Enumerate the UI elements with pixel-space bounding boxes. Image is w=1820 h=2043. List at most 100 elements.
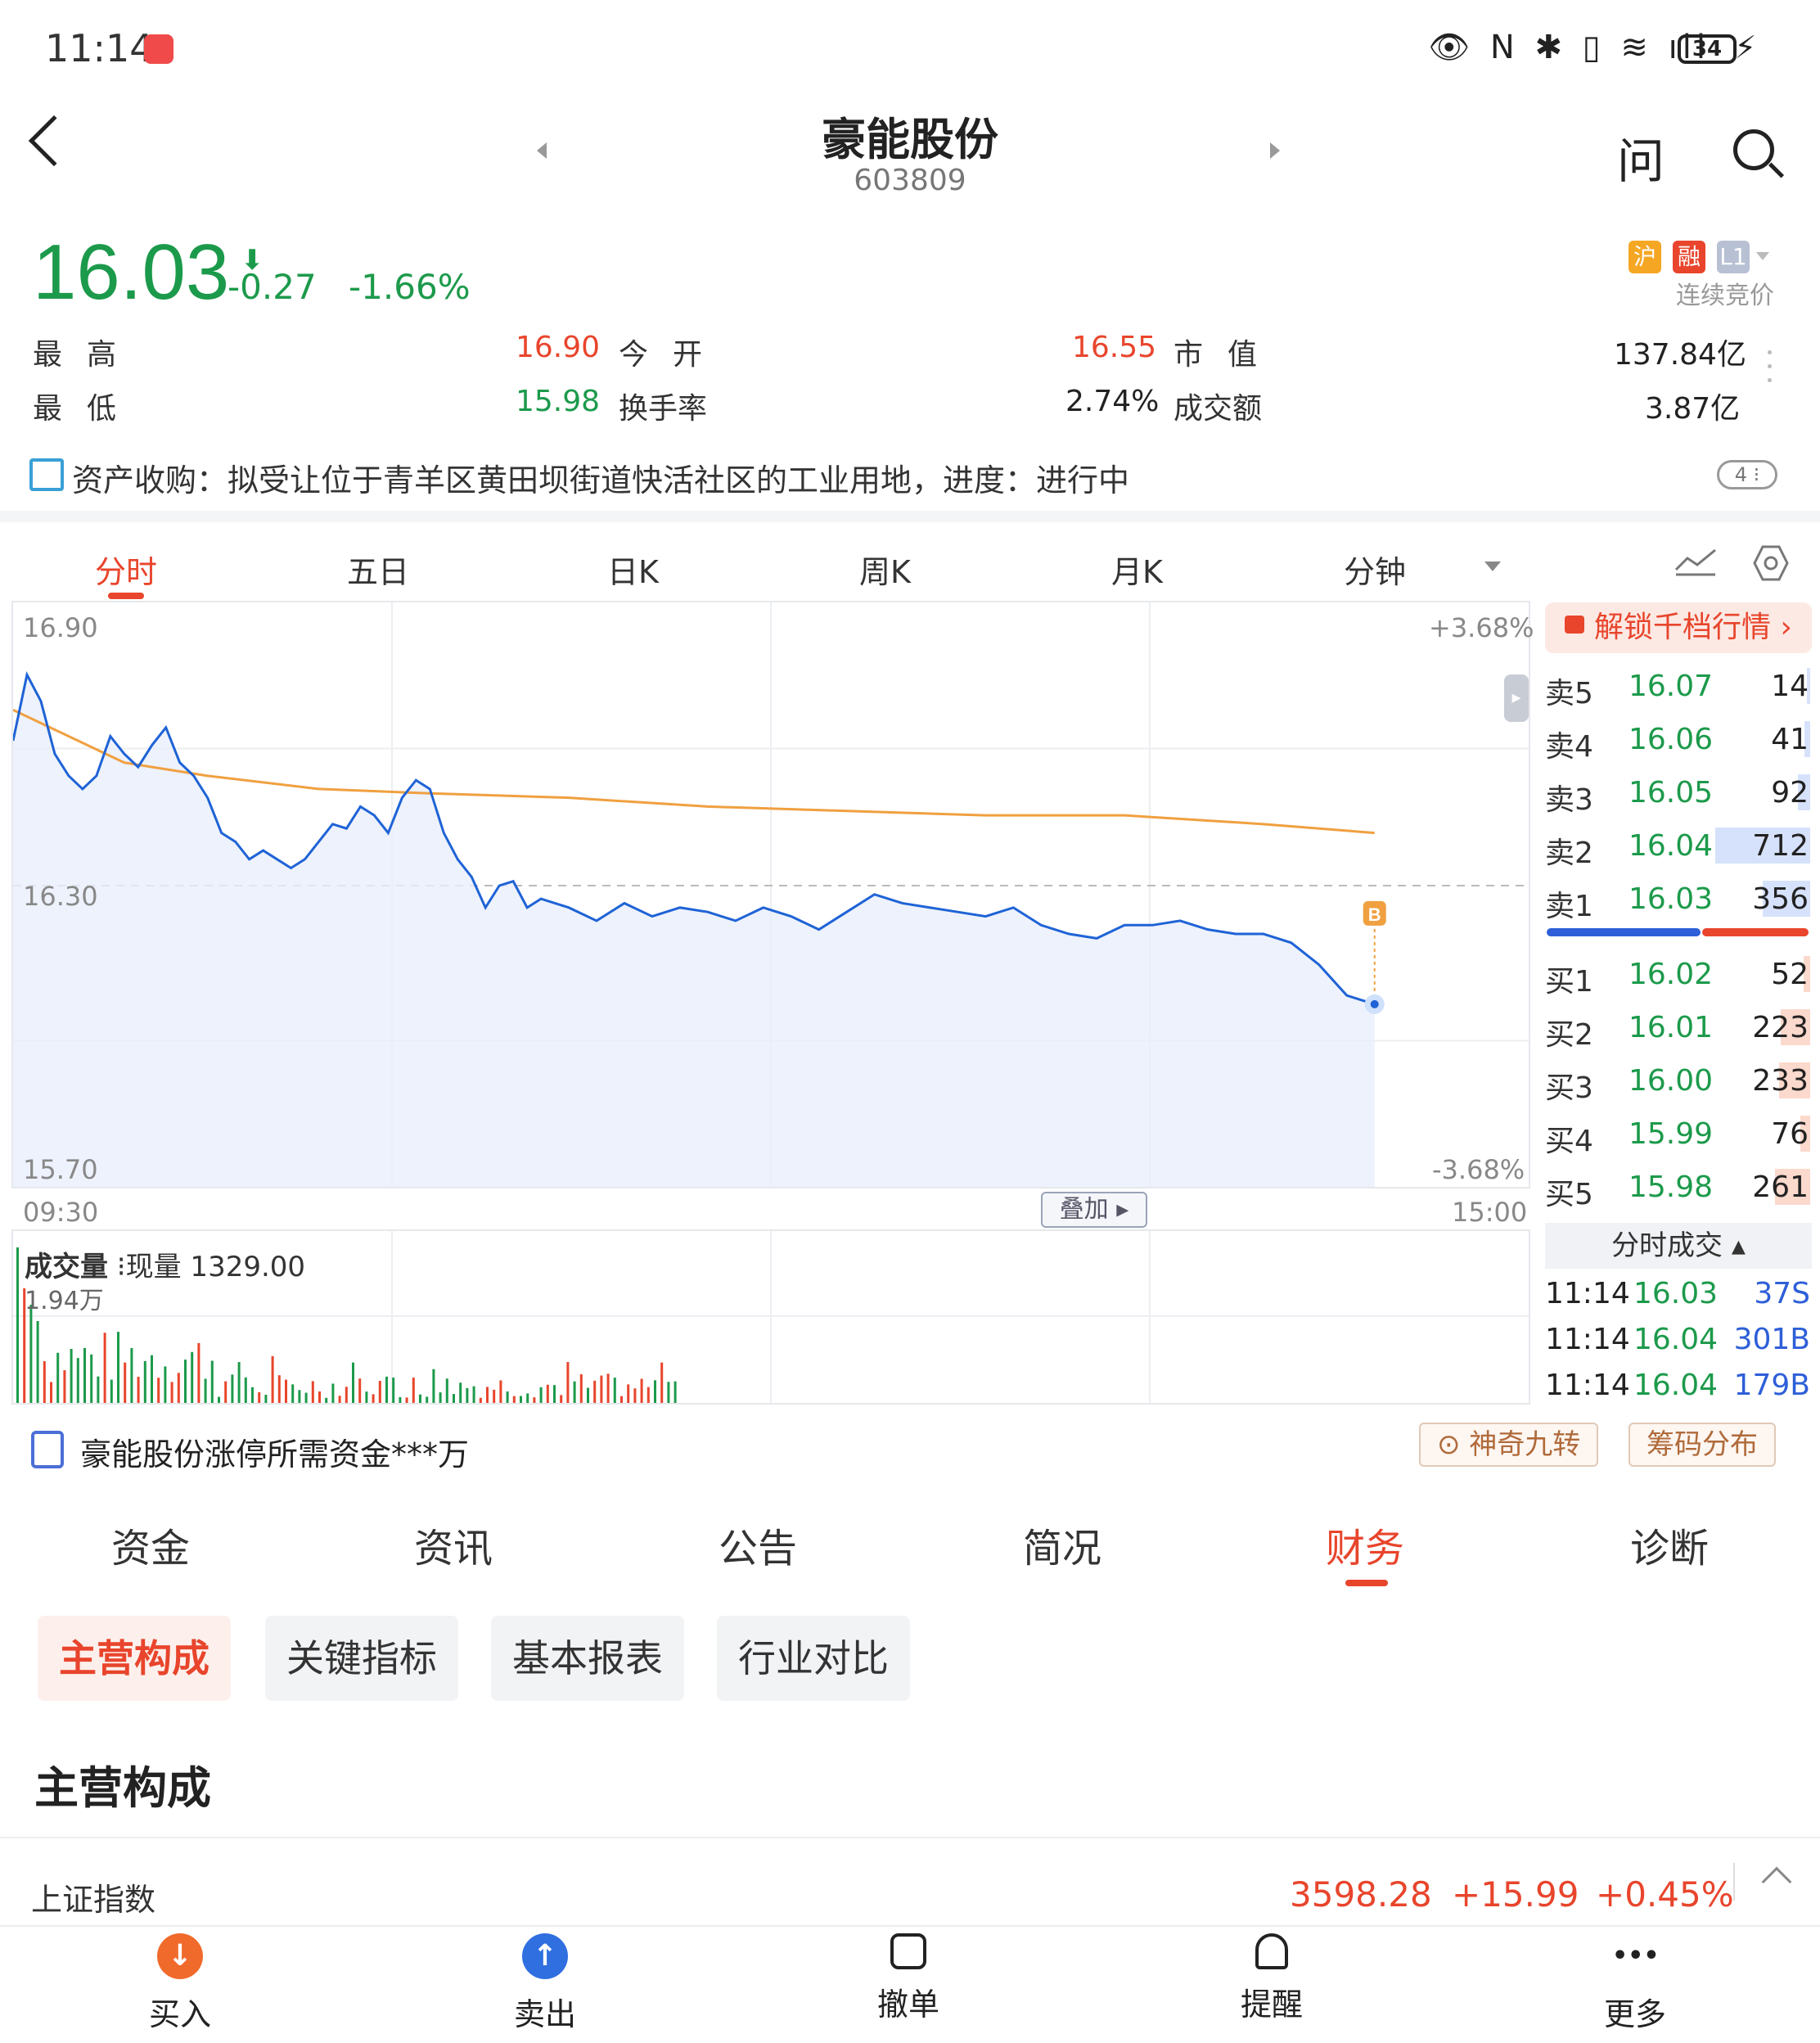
tab-monthly-k[interactable]: 月K xyxy=(1111,547,1163,592)
minute-dropdown-icon[interactable] xyxy=(1484,561,1501,571)
tab-daily-k[interactable]: 日K xyxy=(607,547,659,592)
level-dropdown-icon[interactable] xyxy=(1756,252,1769,260)
buy-icon: ↓ xyxy=(157,1933,203,1979)
notice-text[interactable]: 资产收购：拟受让位于青羊区黄田坝街道快活社区的工业用地，进度：进行中 xyxy=(72,455,1129,500)
volume-bar xyxy=(291,1384,295,1403)
tab-funds[interactable]: 资金 xyxy=(111,1516,190,1573)
tab-5day[interactable]: 五日 xyxy=(347,547,409,592)
volume-bar xyxy=(70,1348,73,1403)
stat-label-mktcap: 市值 xyxy=(1174,338,1282,372)
tick-volume: 301B xyxy=(1733,1323,1810,1356)
tab-overview[interactable]: 简况 xyxy=(1023,1516,1101,1573)
volume-bar xyxy=(177,1373,180,1403)
intraday-chart[interactable]: B xyxy=(11,601,1530,1188)
bid-label: 买1 xyxy=(1545,965,1593,999)
volume-bar xyxy=(646,1387,650,1403)
last-point xyxy=(1370,999,1379,1008)
stock-code: 603809 xyxy=(854,164,966,197)
volume-bar xyxy=(83,1347,86,1403)
magic-nine-button[interactable]: ⊙ 神奇九转 xyxy=(1419,1423,1599,1467)
more-button[interactable]: ••• 更多 xyxy=(1553,1933,1717,2034)
ticks-header[interactable]: 分时成交 ▴ xyxy=(1545,1223,1812,1269)
volume-bar xyxy=(244,1377,247,1403)
status-icons: 👁 N ✱ ▯ ≋ ıll xyxy=(1428,29,1710,66)
tab-weekly-k[interactable]: 周K xyxy=(859,547,911,592)
ask-row[interactable]: 卖5 16.07 14 xyxy=(1545,661,1812,714)
ask-label: 卖2 xyxy=(1545,837,1593,870)
tag-level[interactable]: L1 xyxy=(1717,241,1750,273)
volume-bar xyxy=(533,1397,536,1403)
time-end: 15:00 xyxy=(1452,1197,1528,1228)
volume-bar xyxy=(587,1387,589,1403)
ask-icon[interactable]: 问 xyxy=(1617,123,1665,192)
volume-bar xyxy=(331,1383,335,1403)
volume-bar xyxy=(526,1393,529,1403)
volume-bar xyxy=(304,1392,308,1403)
ask-row[interactable]: 卖1 16.03 356 xyxy=(1545,874,1812,927)
tab-intraday[interactable]: 分时 xyxy=(95,547,157,592)
volume-bar xyxy=(210,1360,214,1403)
more-vertical-icon[interactable] xyxy=(1768,350,1773,390)
bid-row[interactable]: 买5 15.98 261 xyxy=(1545,1162,1812,1215)
tab-finance[interactable]: 财务 xyxy=(1326,1516,1404,1573)
tab-diagnosis[interactable]: 诊断 xyxy=(1630,1516,1709,1573)
tab-announcements[interactable]: 公告 xyxy=(719,1516,797,1573)
sell-button[interactable]: ↑ 卖出 xyxy=(463,1933,627,2034)
volume-bar xyxy=(660,1362,664,1403)
ask-row[interactable]: 卖4 16.06 41 xyxy=(1545,715,1812,767)
average-price-line xyxy=(13,708,1375,835)
tick-time: 11:14 xyxy=(1545,1277,1630,1310)
bid-row[interactable]: 买3 16.00 233 xyxy=(1545,1056,1812,1108)
auction-status: 连续竞价 xyxy=(1676,282,1774,310)
tab-news[interactable]: 资讯 xyxy=(414,1516,493,1573)
bid-label: 买4 xyxy=(1545,1125,1593,1158)
chip-distribution-button[interactable]: 筹码分布 xyxy=(1629,1423,1776,1467)
stat-label-turnover: 换手率 xyxy=(619,392,708,426)
volume-max: 1.94万 xyxy=(25,1287,104,1315)
cancel-order-button[interactable]: 撤单 xyxy=(827,1933,990,2024)
tab-minute[interactable]: 分钟 xyxy=(1344,547,1406,592)
ask-price: 16.06 xyxy=(1629,723,1714,756)
unlock-depth-button[interactable]: 解锁千档行情 › xyxy=(1545,602,1812,653)
subtab-key-metrics[interactable]: 关键指标 xyxy=(265,1616,458,1701)
section-title: 主营构成 xyxy=(34,1762,211,1814)
bid-row[interactable]: 买4 15.99 76 xyxy=(1545,1109,1812,1161)
subtab-industry-compare[interactable]: 行业对比 xyxy=(717,1616,910,1701)
volume-bar xyxy=(600,1375,603,1403)
ask-label: 卖4 xyxy=(1545,730,1593,764)
ask-vol: 712 xyxy=(1752,829,1809,863)
bid-row[interactable]: 买2 16.01 223 xyxy=(1545,1003,1812,1055)
index-name[interactable]: 上证指数 xyxy=(31,1874,155,1919)
bell-icon xyxy=(1255,1933,1288,1969)
bid-price: 16.00 xyxy=(1629,1064,1714,1098)
ask-row[interactable]: 卖2 16.04 712 xyxy=(1545,821,1812,873)
tag-margin: 融 xyxy=(1673,241,1705,273)
ask-row[interactable]: 卖3 16.05 92 xyxy=(1545,768,1812,820)
alert-button[interactable]: 提醒 xyxy=(1190,1933,1354,2024)
subtab-main-business[interactable]: 主营构成 xyxy=(38,1616,231,1701)
y-axis-bottom: 15.70 xyxy=(23,1154,98,1185)
ask-vol: 14 xyxy=(1771,670,1809,703)
change-value: -0.27 xyxy=(228,267,317,307)
search-icon[interactable] xyxy=(1733,129,1774,170)
volume-bar xyxy=(560,1395,563,1403)
bid-row[interactable]: 买1 16.02 52 xyxy=(1545,949,1812,1002)
volume-bar xyxy=(546,1384,549,1403)
volume-bar xyxy=(419,1394,421,1403)
indicator-line-icon[interactable] xyxy=(1674,545,1717,576)
buy-button[interactable]: ↓ 买入 xyxy=(98,1933,262,2034)
volume-bar xyxy=(237,1362,241,1403)
notice-count-badge[interactable]: 4 ⁝ xyxy=(1717,460,1777,489)
subtab-statements[interactable]: 基本报表 xyxy=(491,1616,684,1701)
expand-handle-icon[interactable]: ▸ xyxy=(1504,674,1529,722)
bid-vol: 76 xyxy=(1771,1117,1809,1151)
volume-bar xyxy=(633,1388,637,1403)
expand-up-icon[interactable] xyxy=(1761,1866,1792,1897)
overlay-button[interactable]: 叠加 ▸ xyxy=(1041,1192,1147,1228)
limit-up-funds-text[interactable]: 豪能股份涨停所需资金***万 xyxy=(80,1429,469,1474)
price-chart-svg: B xyxy=(13,602,1529,1187)
volume-title: 成交量 ⁝现量 1329.00 xyxy=(25,1251,306,1283)
bid-label: 买5 xyxy=(1545,1178,1593,1211)
settings-hexagon-icon[interactable] xyxy=(1751,543,1791,583)
volume-bar xyxy=(63,1370,66,1403)
